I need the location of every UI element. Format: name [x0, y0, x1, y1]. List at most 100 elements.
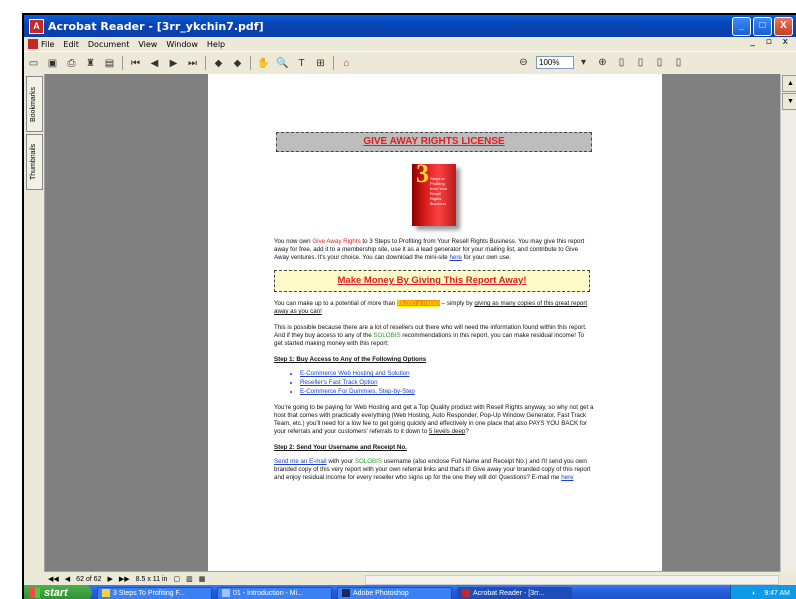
page-next-icon[interactable]: ▶	[107, 575, 112, 583]
system-tray: ◐ 9:47 AM	[730, 585, 796, 599]
last-page-icon[interactable]: ⏭	[186, 57, 199, 70]
vertical-scrollbar[interactable]: ▲ ▼	[780, 74, 796, 572]
intro-paragraph: You now own Give Away Rights to 3 Steps …	[274, 238, 585, 261]
acrobat-logo-icon[interactable]: ⌂	[340, 57, 353, 70]
ebook-cover-image: 3 Steps to Profiting from Your Resell Ri…	[412, 161, 456, 226]
email-paragraph: Send me an E-mail with your SOLOBIS user…	[274, 458, 591, 481]
scroll-down-icon[interactable]: ▼	[782, 93, 796, 110]
zoom-input[interactable]: 100%	[536, 56, 574, 69]
status-bar: ◀◀ ◀ 62 of 62 ▶ ▶▶ 8.5 x 11 in ▢ ▥ ▦	[45, 571, 780, 586]
option-link[interactable]: E-Commerce Web Hosting and Solution	[300, 370, 594, 378]
photoshop-icon	[342, 589, 350, 597]
print-icon[interactable]: ⎙	[65, 57, 78, 70]
brand-text: SOLOBIS	[373, 332, 401, 339]
next-page-icon[interactable]: ▶	[167, 57, 180, 70]
options-list: E-Commerce Web Hosting and Solution Rese…	[274, 370, 594, 396]
page-last-icon[interactable]: ▶▶	[119, 575, 130, 583]
single-page-icon[interactable]: ▢	[173, 575, 180, 583]
go-forward-icon[interactable]: ◆	[231, 57, 244, 70]
first-page-icon[interactable]: ⏮	[129, 57, 142, 70]
close-button[interactable]: X	[774, 17, 793, 36]
maximize-button[interactable]: □	[753, 17, 772, 36]
nav-pane-icon[interactable]: ▤	[103, 57, 116, 70]
cover-text: Steps to Profiting from Your Resell Righ…	[430, 176, 448, 206]
page-size: 8.5 x 11 in	[135, 575, 168, 583]
give-away-rights-text: Give Away Rights	[312, 238, 361, 245]
taskbar-item[interactable]: 3 Steps To Profiting F...	[97, 586, 212, 599]
toolbar-divider	[122, 56, 123, 70]
page-first-icon[interactable]: ◀◀	[48, 575, 59, 583]
menu-bar: File Edit Document View Window Help _ ▫ …	[24, 37, 796, 51]
clock: 9:47 AM	[764, 589, 790, 597]
income-highlight: $9,000 a month	[396, 300, 440, 307]
page-number-field[interactable]: 62 of 62	[76, 576, 101, 583]
zoom-in-icon[interactable]: ⊕	[596, 56, 609, 69]
brand-text: SOLOBIS	[354, 458, 382, 465]
document-viewer[interactable]: GIVE AWAY RIGHTS LICENSE 3 Steps to Prof…	[45, 74, 780, 572]
taskbar-item[interactable]: 01 - Introduction - Mi...	[217, 586, 332, 599]
folder-icon	[102, 589, 110, 597]
menu-edit[interactable]: Edit	[63, 40, 79, 49]
facing-icon[interactable]: ▦	[199, 575, 206, 583]
mini-site-link[interactable]: here	[449, 254, 461, 261]
email-link[interactable]: Send me an E-mail	[274, 458, 327, 465]
option-link[interactable]: E-Commerce For Dummies, Step-by-Step	[300, 388, 594, 396]
zoom-tool-icon[interactable]: 🔍	[276, 57, 289, 70]
page-prev-icon[interactable]: ◀	[65, 575, 70, 583]
zoom-out-icon[interactable]: ⊖	[517, 56, 530, 69]
toolbar-divider	[205, 56, 206, 70]
toolbar-divider	[250, 56, 251, 70]
pdf-content: GIVE AWAY RIGHTS LICENSE 3 Steps to Prof…	[274, 132, 594, 490]
rotate-icon[interactable]: ▯	[672, 56, 685, 69]
continuous-icon[interactable]: ▥	[186, 575, 193, 583]
potential-paragraph: You can make up to a potential of more t…	[274, 300, 588, 315]
actual-size-icon[interactable]: ▯	[615, 56, 628, 69]
license-banner: GIVE AWAY RIGHTS LICENSE	[276, 132, 592, 152]
hosting-paragraph: You're going to be paying for Web Hostin…	[274, 404, 594, 435]
prev-page-icon[interactable]: ◀	[148, 57, 161, 70]
save-icon[interactable]: ▣	[46, 57, 59, 70]
document-icon	[222, 589, 230, 597]
minimize-button[interactable]: _	[732, 17, 751, 36]
windows-flag-icon	[30, 588, 40, 598]
go-back-icon[interactable]: ◆	[212, 57, 225, 70]
pdf-page: GIVE AWAY RIGHTS LICENSE 3 Steps to Prof…	[208, 74, 662, 572]
bookmarks-tab[interactable]: Bookmarks	[26, 76, 43, 132]
menu-document[interactable]: Document	[88, 40, 129, 49]
taskbar-item[interactable]: Adobe Photoshop	[337, 586, 452, 599]
menu-file[interactable]: File	[41, 40, 54, 49]
network-icon[interactable]: ◐	[752, 590, 756, 597]
questions-link[interactable]: here	[561, 474, 573, 481]
option-link[interactable]: Reseller's Fast Track Option	[300, 379, 594, 387]
window-controls: _ □ X	[732, 17, 793, 36]
scroll-up-icon[interactable]: ▲	[782, 75, 796, 92]
menu-view[interactable]: View	[138, 40, 157, 49]
toolbar: ▭ ▣ ⎙ ♜ ▤ ⏮ ◀ ▶ ⏭ ◆ ◆ ✋ 🔍 T ⊞ ⌂ ⊖ 100% ▾…	[24, 51, 796, 75]
taskbar-item-active[interactable]: Acrobat Reader - [3rr...	[457, 586, 572, 599]
hand-tool-icon[interactable]: ✋	[257, 57, 270, 70]
step1-heading: Step 1: Buy Access to Any of the Followi…	[274, 356, 427, 363]
fit-page-icon[interactable]: ▯	[634, 56, 647, 69]
taskbar: start 3 Steps To Profiting F... 01 - Int…	[24, 585, 796, 599]
text-select-icon[interactable]: T	[295, 57, 308, 70]
zoom-dropdown-icon[interactable]: ▾	[577, 56, 590, 69]
find-icon[interactable]: ♜	[84, 57, 97, 70]
menu-window[interactable]: Window	[166, 40, 198, 49]
horizontal-scrollbar[interactable]	[365, 575, 779, 585]
document-window-controls[interactable]: _ ▫ x	[750, 37, 792, 47]
resellers-paragraph: This is possible because there are a lot…	[274, 324, 587, 347]
graphics-select-icon[interactable]: ⊞	[314, 57, 327, 70]
title-bar: A Acrobat Reader - [3rr_ykchin7.pdf] _ □…	[24, 15, 796, 37]
document-menu-icon[interactable]	[28, 39, 38, 49]
fit-width-icon[interactable]: ▯	[653, 56, 666, 69]
thumbnails-tab[interactable]: Thumbnails	[26, 134, 43, 190]
screen-frame: A Acrobat Reader - [3rr_ykchin7.pdf] _ □…	[22, 13, 796, 599]
open-icon[interactable]: ▭	[27, 57, 40, 70]
acrobat-icon	[462, 589, 470, 597]
start-label: start	[44, 587, 68, 599]
acrobat-icon: A	[29, 18, 44, 34]
window-title: Acrobat Reader - [3rr_ykchin7.pdf]	[48, 19, 264, 33]
menu-help[interactable]: Help	[207, 40, 225, 49]
step2-heading: Step 2: Send Your Username and Receipt N…	[274, 444, 407, 451]
start-button[interactable]: start	[24, 585, 92, 599]
